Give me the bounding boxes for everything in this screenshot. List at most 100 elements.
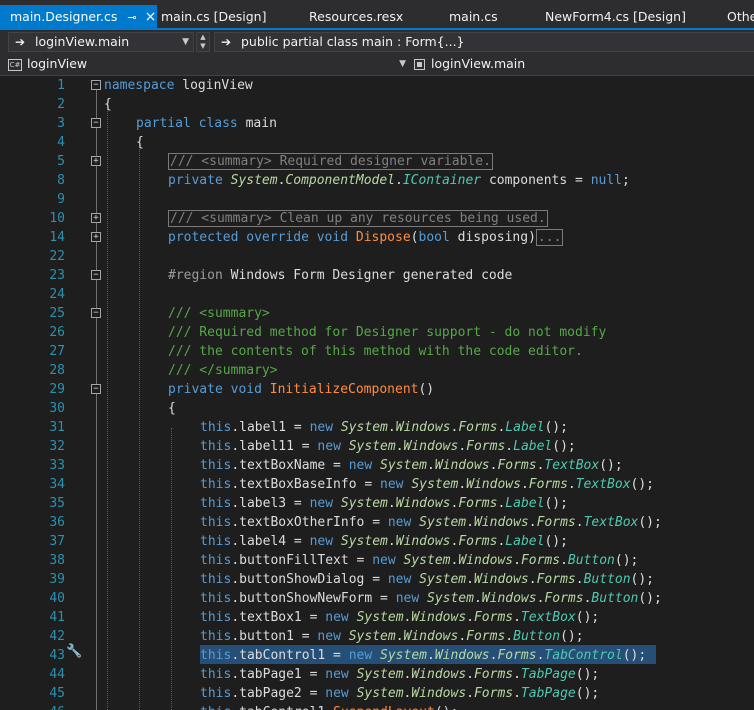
line-number: 29 bbox=[49, 382, 65, 397]
code-line[interactable]: 4{ bbox=[0, 133, 754, 152]
close-icon[interactable]: × bbox=[145, 6, 157, 29]
code-line[interactable]: 32 this.label11 = new System.Windows.Form… bbox=[0, 437, 754, 456]
code-line[interactable]: 42 this.button1 = new System.Windows.Form… bbox=[0, 627, 754, 646]
collapse-icon[interactable]: − bbox=[91, 80, 101, 90]
project-dropdown[interactable]: C# loginView ▼ bbox=[0, 55, 410, 74]
line-number: 28 bbox=[49, 363, 65, 378]
code-text: /// </summary> bbox=[168, 363, 278, 378]
code-line[interactable]: 33 this.textBoxName = new System.Windows.… bbox=[0, 456, 754, 475]
code-line[interactable]: 26 /// Required method for Designer suppo… bbox=[0, 323, 754, 342]
code-text: this.buttonShowNewForm = new System.Wind… bbox=[200, 591, 662, 606]
code-line[interactable]: 23 − #region Windows Form Designer generat… bbox=[0, 266, 754, 285]
code-line[interactable]: 9 bbox=[0, 190, 754, 209]
line-number: 5 bbox=[57, 154, 65, 169]
code-line[interactable]: 10 + /// <summary> Clean up any resources … bbox=[0, 209, 754, 228]
line-number: 10 bbox=[49, 211, 65, 226]
line-number: 33 bbox=[49, 458, 65, 473]
line-number: 23 bbox=[49, 268, 65, 283]
class-icon bbox=[414, 59, 425, 70]
code-line[interactable]: 30 { bbox=[0, 399, 754, 418]
line-number: 44 bbox=[49, 667, 65, 682]
code-line[interactable]: 22 bbox=[0, 247, 754, 266]
code-line[interactable]: 14 + protected override void Dispose(bool … bbox=[0, 228, 754, 247]
expand-icon[interactable]: + bbox=[91, 156, 101, 166]
line-number: 45 bbox=[49, 686, 65, 701]
code-text: private void InitializeComponent() bbox=[168, 382, 435, 397]
code-line[interactable]: 43 this.tabControl1 = new System.Windows.… bbox=[0, 646, 754, 665]
line-number: 41 bbox=[49, 610, 65, 625]
scope-dropdown-value: loginView.main bbox=[431, 56, 526, 71]
code-line[interactable]: 36 this.textBoxOtherInfo = new System.Win… bbox=[0, 513, 754, 532]
pin-icon[interactable]: ⊸ bbox=[127, 6, 136, 29]
tab-newform4-cs-design[interactable]: NewForm4.cs [Design] bbox=[545, 5, 686, 28]
line-number: 3 bbox=[57, 116, 65, 131]
code-text: this.textBoxBaseInfo = new System.Window… bbox=[200, 477, 655, 492]
navigation-bar: ➔ loginView.main ▼ ▲ ▼ ➔ public partial cla… bbox=[0, 30, 754, 54]
line-number: 32 bbox=[49, 439, 65, 454]
code-text: #region Windows Form Designer generated … bbox=[168, 268, 513, 283]
code-line[interactable]: 29 − private void InitializeComponent() bbox=[0, 380, 754, 399]
tab-main-designer-cs[interactable]: main.Designer.cs ⊸ × bbox=[0, 5, 157, 30]
code-line[interactable]: 3 − partial class main bbox=[0, 114, 754, 133]
line-number: 30 bbox=[49, 401, 65, 416]
tab-label: main.cs bbox=[449, 9, 498, 24]
code-line[interactable]: 1 − namespace loginView bbox=[0, 76, 754, 95]
code-text: /// <summary> bbox=[168, 306, 270, 321]
code-line[interactable]: 25 − /// <summary> bbox=[0, 304, 754, 323]
line-number: 9 bbox=[57, 192, 65, 207]
csharp-project-icon: C# bbox=[8, 58, 22, 71]
expand-icon[interactable]: + bbox=[91, 232, 101, 242]
code-line[interactable]: 40 this.buttonShowNewForm = new System.Wi… bbox=[0, 589, 754, 608]
code-line[interactable]: 44 this.tabPage1 = new System.Windows.For… bbox=[0, 665, 754, 684]
code-line[interactable]: 37 this.label4 = new System.Windows.Forms… bbox=[0, 532, 754, 551]
collapse-icon[interactable]: − bbox=[91, 384, 101, 394]
chevron-down-icon: ▼ bbox=[399, 59, 406, 69]
code-line[interactable]: 41 this.textBox1 = new System.Windows.For… bbox=[0, 608, 754, 627]
line-number: 31 bbox=[49, 420, 65, 435]
code-text: { bbox=[104, 97, 112, 112]
code-text: this.button1 = new System.Windows.Forms.… bbox=[200, 629, 584, 644]
line-number: 38 bbox=[49, 553, 65, 568]
code-line[interactable]: 28 /// </summary> bbox=[0, 361, 754, 380]
code-line[interactable]: 31 this.label1 = new System.Windows.Forms… bbox=[0, 418, 754, 437]
code-line[interactable]: 5 + /// <summary> Required designer variab… bbox=[0, 152, 754, 171]
code-line[interactable]: 27 /// the contents of this method with t… bbox=[0, 342, 754, 361]
code-line[interactable]: 45 this.tabPage2 = new System.Windows.For… bbox=[0, 684, 754, 703]
collapse-icon[interactable]: − bbox=[91, 308, 101, 318]
quick-action-icon[interactable]: 🔧 bbox=[66, 644, 82, 659]
code-text: /// the contents of this method with the… bbox=[168, 344, 583, 359]
arrow-right-icon: ➔ bbox=[221, 35, 232, 49]
tab-other[interactable]: Othe bbox=[727, 5, 754, 28]
line-number: 34 bbox=[49, 477, 65, 492]
line-number: 4 bbox=[57, 135, 65, 150]
code-line[interactable]: 39 this.buttonShowDialog = new System.Win… bbox=[0, 570, 754, 589]
scope-dropdown[interactable]: loginView.main bbox=[410, 55, 754, 74]
code-line[interactable]: 46 this.tabControl1.SuspendLayout(); bbox=[0, 703, 754, 710]
code-line[interactable]: 34 this.textBoxBaseInfo = new System.Wind… bbox=[0, 475, 754, 494]
tab-main-cs-design[interactable]: main.cs [Design] bbox=[161, 5, 266, 28]
code-text: this.buttonFillText = new System.Windows… bbox=[200, 553, 639, 568]
code-line[interactable]: 8 private System.ComponentModel.IContaine… bbox=[0, 171, 754, 190]
code-text: /// Required method for Designer support… bbox=[168, 325, 607, 340]
code-line[interactable]: 2{ bbox=[0, 95, 754, 114]
code-text: this.tabPage1 = new System.Windows.Forms… bbox=[200, 667, 600, 682]
line-number: 39 bbox=[49, 572, 65, 587]
type-dropdown-value: loginView.main bbox=[35, 34, 130, 49]
tab-label: main.cs [Design] bbox=[161, 9, 267, 24]
collapse-icon[interactable]: − bbox=[91, 118, 101, 128]
collapse-icon[interactable]: − bbox=[91, 270, 101, 280]
code-line[interactable]: 35 this.label3 = new System.Windows.Forms… bbox=[0, 494, 754, 513]
code-line[interactable]: 38 this.buttonFillText = new System.Windo… bbox=[0, 551, 754, 570]
member-dropdown[interactable]: ➔ public partial class main : Form{...} bbox=[214, 32, 754, 52]
line-number: 14 bbox=[49, 230, 65, 245]
document-tab-strip: main.Designer.cs ⊸ × main.cs [Design] Reso… bbox=[0, 0, 754, 30]
type-dropdown[interactable]: ➔ loginView.main ▼ bbox=[8, 32, 194, 52]
split-spinner[interactable]: ▲ ▼ bbox=[196, 32, 210, 52]
tab-main-cs[interactable]: main.cs bbox=[449, 5, 498, 28]
expand-icon[interactable]: + bbox=[91, 213, 101, 223]
code-line[interactable]: 24 bbox=[0, 285, 754, 304]
tab-resources-resx[interactable]: Resources.resx bbox=[309, 5, 403, 28]
line-number: 25 bbox=[49, 306, 65, 321]
tab-label: Othe bbox=[727, 9, 754, 24]
code-editor[interactable]: 1− namespace loginView 2{3− partial class m… bbox=[0, 76, 754, 710]
